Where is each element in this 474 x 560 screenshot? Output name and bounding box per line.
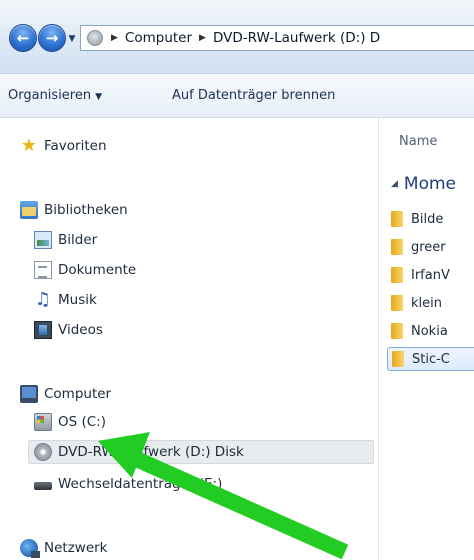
tree-item-music[interactable]: ♫ Musik bbox=[34, 288, 97, 312]
forward-button[interactable]: → bbox=[38, 24, 66, 52]
file-name: Stic-C bbox=[412, 351, 450, 367]
hard-drive-icon bbox=[34, 413, 52, 431]
film-icon bbox=[34, 321, 52, 339]
music-note-icon: ♫ bbox=[34, 289, 52, 310]
tree-item-label: Favoriten bbox=[44, 138, 107, 154]
folder-icon bbox=[391, 295, 403, 311]
command-bar: Organisieren ▼ Auf Datenträger brennen bbox=[0, 74, 474, 118]
folder-icon bbox=[391, 211, 403, 227]
tree-item-label: Netzwerk bbox=[44, 540, 108, 556]
group-header[interactable]: ◢ Mome bbox=[391, 174, 456, 194]
tree-item-computer[interactable]: Computer bbox=[20, 382, 111, 406]
burn-to-disc-button[interactable]: Auf Datenträger brennen bbox=[172, 88, 335, 103]
tree-item-documents[interactable]: Dokumente bbox=[34, 258, 136, 282]
file-name: klein bbox=[411, 295, 442, 311]
tree-item-drive-c[interactable]: OS (C:) bbox=[34, 410, 106, 434]
tree-item-label: Videos bbox=[58, 322, 103, 338]
chevron-down-icon: ▼ bbox=[68, 34, 76, 44]
tree-item-removable-drive[interactable]: Wechseldatenträger (E:) bbox=[34, 472, 222, 496]
file-item[interactable]: Bilde bbox=[387, 207, 474, 231]
file-name: Nokia bbox=[411, 323, 448, 339]
file-name: greer bbox=[411, 239, 446, 255]
folder-icon bbox=[391, 323, 403, 339]
file-item[interactable]: Nokia bbox=[387, 319, 474, 343]
tree-item-dvd-drive[interactable]: DVD-RW-Laufwerk (D:) Disk bbox=[28, 440, 374, 464]
tree-item-libraries[interactable]: Bibliotheken bbox=[20, 198, 128, 222]
column-header-name[interactable]: Name bbox=[399, 134, 437, 149]
file-list-pane: Name ◢ Mome Bilde greer IrfanV klein Noki… bbox=[379, 118, 474, 560]
organize-button[interactable]: Organisieren ▼ bbox=[8, 88, 102, 103]
address-bar[interactable]: ▶ Computer ▶ DVD-RW-Laufwerk (D:) D bbox=[80, 25, 474, 51]
tree-item-label: Computer bbox=[44, 386, 112, 402]
libraries-icon bbox=[20, 201, 38, 219]
star-icon: ★ bbox=[20, 135, 38, 156]
tree-item-label: Bibliotheken bbox=[44, 202, 128, 218]
tree-item-label: DVD-RW-Laufwerk (D:) Disk bbox=[58, 444, 244, 460]
breadcrumb-dvd-drive[interactable]: DVD-RW-Laufwerk (D:) D bbox=[213, 30, 380, 46]
dvd-disc-icon bbox=[34, 443, 52, 461]
tree-item-label: Bilder bbox=[58, 232, 98, 248]
network-icon bbox=[20, 539, 40, 558]
tree-item-label: Wechseldatenträger (E:) bbox=[58, 476, 223, 492]
file-name: Bilde bbox=[411, 211, 444, 227]
file-item[interactable]: Stic-C bbox=[387, 347, 474, 371]
tree-item-pictures[interactable]: Bilder bbox=[34, 228, 97, 252]
recent-pages-dropdown[interactable]: ▼ bbox=[66, 33, 78, 45]
pictures-icon bbox=[34, 231, 52, 249]
tree-item-label: Musik bbox=[58, 292, 97, 308]
tree-item-network[interactable]: Netzwerk bbox=[20, 536, 108, 560]
collapse-arrow-icon: ◢ bbox=[391, 179, 398, 189]
tree-item-label: OS (C:) bbox=[58, 414, 106, 430]
back-button[interactable]: ← bbox=[9, 24, 37, 52]
file-item[interactable]: IrfanV bbox=[387, 263, 474, 287]
burn-label: Auf Datenträger brennen bbox=[172, 88, 336, 103]
folder-icon bbox=[391, 267, 403, 283]
tree-item-label: Dokumente bbox=[58, 262, 137, 278]
documents-icon bbox=[34, 261, 52, 279]
computer-icon bbox=[20, 385, 38, 403]
file-item[interactable]: klein bbox=[387, 291, 474, 315]
file-name: IrfanV bbox=[411, 267, 450, 283]
navigation-pane: ★ Favoriten Bibliotheken Bilder Dokument… bbox=[0, 118, 378, 560]
chevron-right-icon[interactable]: ▶ bbox=[111, 33, 118, 43]
tree-item-videos[interactable]: Videos bbox=[34, 318, 103, 342]
chevron-down-icon: ▼ bbox=[95, 92, 103, 102]
group-title: Mome bbox=[403, 174, 457, 194]
navigation-bar: ← → ▼ ▶ Computer ▶ DVD-RW-Laufwerk (D:) … bbox=[0, 0, 474, 74]
tree-item-favorites[interactable]: ★ Favoriten bbox=[20, 134, 107, 158]
organize-label: Organisieren bbox=[8, 88, 92, 103]
removable-drive-icon bbox=[34, 482, 52, 490]
folder-icon bbox=[391, 239, 403, 255]
file-item[interactable]: greer bbox=[387, 235, 474, 259]
arrow-right-icon: → bbox=[45, 29, 59, 47]
folder-icon bbox=[392, 351, 404, 367]
arrow-left-icon: ← bbox=[16, 29, 30, 47]
chevron-right-icon[interactable]: ▶ bbox=[199, 33, 206, 43]
breadcrumb-computer[interactable]: Computer bbox=[125, 30, 192, 46]
dvd-drive-icon bbox=[87, 30, 103, 46]
